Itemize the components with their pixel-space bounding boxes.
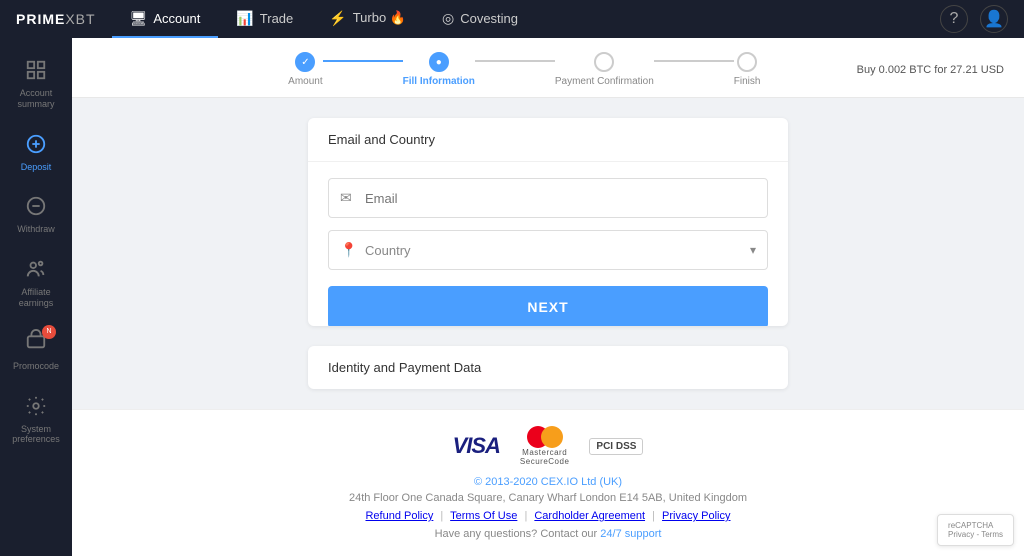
country-select[interactable]: Country United States United Kingdom Ger… (328, 230, 768, 270)
mastercard-circles (527, 426, 563, 448)
buy-info: Buy 0.002 BTC for 27.21 USD (857, 64, 1004, 76)
refund-policy-link[interactable]: Refund Policy (365, 510, 433, 522)
withdraw-icon (22, 192, 50, 220)
visa-logo: VISA (453, 433, 500, 459)
step-line-3 (654, 60, 734, 62)
recaptcha-badge: reCAPTCHAPrivacy - Terms (937, 514, 1014, 546)
covesting-nav-icon: ◎ (442, 10, 454, 27)
new-badge: N (42, 325, 56, 339)
step-label-finish: Finish (734, 76, 761, 87)
footer: VISA MastercardSecureCode PCI DSS © 2013… (72, 409, 1024, 556)
logo: PRIME XBT (0, 11, 112, 27)
mastercard-logo: MastercardSecureCode (520, 426, 569, 466)
step-fill-information: ● Fill Information (403, 52, 475, 87)
step-label-fill: Fill Information (403, 76, 475, 87)
sidebar-label-account-summary: Account summary (6, 88, 66, 110)
step-circle-finish (737, 52, 757, 72)
cardholder-agreement-link[interactable]: Cardholder Agreement (534, 510, 645, 522)
affiliate-icon (22, 255, 50, 283)
nav-tab-covesting-label: Covesting (460, 11, 518, 26)
step-circle-amount: ✓ (295, 52, 315, 72)
step-label-amount: Amount (288, 76, 322, 87)
mastercard-text: MastercardSecureCode (520, 448, 569, 466)
form-body: ✉ 📍 Country United States United Kingdom… (308, 162, 788, 326)
form-section-title: Email and Country (308, 118, 788, 162)
divider-2: | (524, 510, 527, 522)
progress-bar-area: ✓ Amount ● Fill Information Payment Conf… (72, 38, 1024, 98)
sidebar-label-withdraw: Withdraw (17, 224, 55, 235)
turbo-nav-icon: ⚡ (329, 10, 346, 27)
sidebar-item-withdraw[interactable]: Withdraw (0, 182, 72, 245)
settings-icon (22, 392, 50, 420)
step-label-payment: Payment Confirmation (555, 76, 654, 87)
support-link[interactable]: 24/7 support (600, 528, 661, 540)
main-layout: Account summary Deposit Withdraw (0, 38, 1024, 556)
payment-logos: VISA MastercardSecureCode PCI DSS (92, 426, 1004, 466)
step-amount: ✓ Amount (288, 52, 322, 87)
country-select-wrap: 📍 Country United States United Kingdom G… (328, 230, 768, 270)
footer-support: Have any questions? Contact our 24/7 sup… (92, 528, 1004, 540)
sidebar: Account summary Deposit Withdraw (0, 38, 72, 556)
privacy-policy-link[interactable]: Privacy Policy (662, 510, 730, 522)
sidebar-item-system-preferences[interactable]: System preferences (0, 382, 72, 456)
identity-section-title: Identity and Payment Data (308, 346, 788, 389)
step-finish: Finish (734, 52, 761, 87)
identity-payment-section: Identity and Payment Data (308, 346, 788, 389)
logo-prime: PRIME (16, 11, 65, 27)
nav-tab-turbo[interactable]: ⚡ Turbo 🔥 (311, 0, 424, 38)
sidebar-item-affiliate-earnings[interactable]: Affiliate earnings (0, 245, 72, 319)
location-icon: 📍 (340, 242, 357, 259)
divider-3: | (652, 510, 655, 522)
sidebar-item-promocode[interactable]: N Promocode (0, 319, 72, 382)
trade-nav-icon: 📊 (236, 10, 253, 27)
sidebar-label-deposit: Deposit (21, 162, 52, 173)
email-icon: ✉ (340, 190, 352, 207)
step-payment-confirmation: Payment Confirmation (555, 52, 654, 87)
email-country-form: Email and Country ✉ 📍 Country United Sta… (308, 118, 788, 326)
sidebar-item-account-summary[interactable]: Account summary (0, 46, 72, 120)
nav-tab-trade[interactable]: 📊 Trade (218, 0, 311, 38)
logo-xbt: XBT (65, 11, 95, 27)
nav-tab-account[interactable]: 🖥 Account (112, 0, 219, 38)
sidebar-label-settings: System preferences (6, 424, 66, 446)
nav-right: ? 👤 (940, 5, 1024, 33)
sidebar-label-promocode: Promocode (13, 361, 59, 372)
top-navigation: PRIME XBT 🖥 Account 📊 Trade ⚡ Turbo 🔥 ◎ … (0, 0, 1024, 38)
content-area: ✓ Amount ● Fill Information Payment Conf… (72, 38, 1024, 556)
deposit-icon (22, 130, 50, 158)
nav-tab-account-label: Account (153, 11, 200, 26)
nav-tab-covesting[interactable]: ◎ Covesting (424, 0, 536, 38)
footer-copyright: © 2013-2020 CEX.IO Ltd (UK) (92, 476, 1004, 488)
help-icon[interactable]: ? (940, 5, 968, 33)
divider-1: | (440, 510, 443, 522)
nav-tabs: 🖥 Account 📊 Trade ⚡ Turbo 🔥 ◎ Covesting (112, 0, 536, 38)
account-summary-icon (22, 56, 50, 84)
footer-links: Refund Policy | Terms Of Use | Cardholde… (92, 510, 1004, 522)
sidebar-label-affiliate: Affiliate earnings (6, 287, 66, 309)
pci-dss-logo: PCI DSS (589, 438, 643, 455)
terms-of-use-link[interactable]: Terms Of Use (450, 510, 517, 522)
step-line-1 (323, 60, 403, 62)
email-input[interactable] (328, 178, 768, 218)
email-input-wrap: ✉ (328, 178, 768, 218)
progress-steps: ✓ Amount ● Fill Information Payment Conf… (192, 52, 857, 87)
recaptcha-text: reCAPTCHAPrivacy - Terms (948, 521, 1003, 539)
step-circle-fill: ● (429, 52, 449, 72)
step-circle-payment (594, 52, 614, 72)
user-icon[interactable]: 👤 (980, 5, 1008, 33)
promocode-icon: N (22, 329, 50, 357)
support-text: Have any questions? Contact our (435, 528, 598, 540)
next-button[interactable]: NEXT (328, 286, 768, 326)
sidebar-item-deposit[interactable]: Deposit (0, 120, 72, 183)
nav-tab-trade-label: Trade (260, 11, 293, 26)
footer-address: 24th Floor One Canada Square, Canary Wha… (92, 492, 1004, 504)
nav-tab-turbo-label: Turbo 🔥 (353, 10, 406, 26)
mastercard-orange-circle (541, 426, 563, 448)
account-nav-icon: 🖥 (130, 10, 148, 27)
step-line-2 (475, 60, 555, 62)
